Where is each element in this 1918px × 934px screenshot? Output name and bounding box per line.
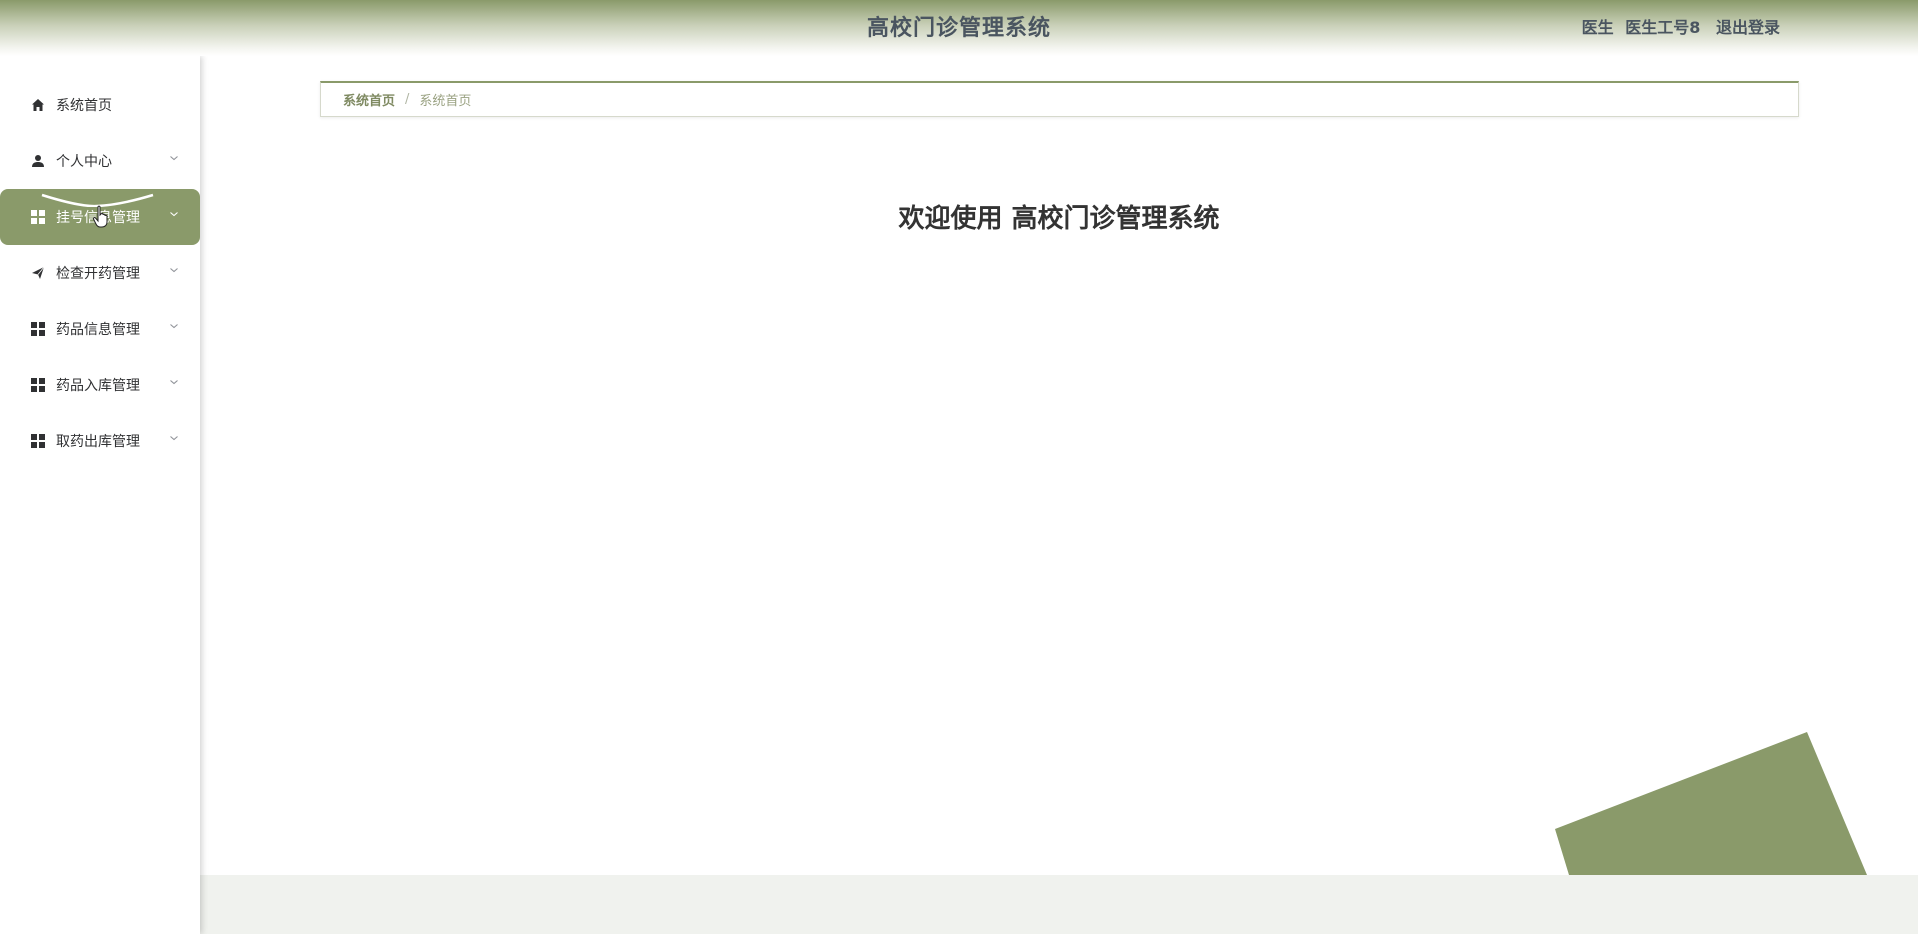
sidebar-item-personal-center[interactable]: 个人中心 [0,133,200,189]
sidebar-item-exam-prescription[interactable]: 检查开药管理 [0,245,200,301]
chevron-down-icon [170,380,178,385]
chevron-down-icon [170,436,178,441]
sidebar-item-label: 检查开药管理 [56,266,140,282]
welcome-heading: 欢迎使用 高校门诊管理系统 [898,204,1220,234]
sidebar-item-registration[interactable]: 挂号信息管理 [0,189,200,245]
sidebar-item-label: 取药出库管理 [56,434,140,450]
sidebar-item-home[interactable]: 系统首页 [0,77,200,133]
sidebar-item-drug-info[interactable]: 药品信息管理 [0,301,200,357]
user-role: 医生 [1581,18,1614,37]
sidebar: 系统首页 个人中心 挂号信息管理 检查开药管理 药品信息管理 [0,56,200,934]
sidebar-item-drug-outbound[interactable]: 取药出库管理 [0,413,200,469]
sidebar-item-label: 药品入库管理 [56,378,140,394]
decorative-shape [1555,732,1867,875]
sidebar-item-label: 个人中心 [56,154,112,170]
user-area: 医生 医生工号8 退出登录 [1576,14,1780,38]
grid-icon [30,433,46,449]
chevron-down-icon [170,324,178,329]
breadcrumb-home-link[interactable]: 系统首页 [343,90,395,109]
user-name: 医生工号8 [1625,18,1701,37]
sidebar-item-label: 药品信息管理 [56,322,140,338]
breadcrumb-separator: / [405,92,410,107]
home-icon [30,97,46,113]
sidebar-item-label: 系统首页 [56,98,112,114]
breadcrumb: 系统首页 / 系统首页 [320,81,1799,117]
grid-icon [30,321,46,337]
send-icon [30,265,46,281]
grid-icon [30,209,46,225]
footer-band [200,875,1918,934]
breadcrumb-current: 系统首页 [419,94,472,109]
top-header: 高校门诊管理系统 医生 医生工号8 退出登录 [0,0,1918,56]
logout-link[interactable]: 退出登录 [1716,18,1780,37]
grid-icon [30,377,46,393]
chevron-down-icon [170,212,178,217]
user-icon [30,153,46,169]
chevron-down-icon [170,268,178,273]
hand-cursor-icon [92,205,108,228]
sidebar-item-drug-inbound[interactable]: 药品入库管理 [0,357,200,413]
chevron-down-icon [170,156,178,161]
